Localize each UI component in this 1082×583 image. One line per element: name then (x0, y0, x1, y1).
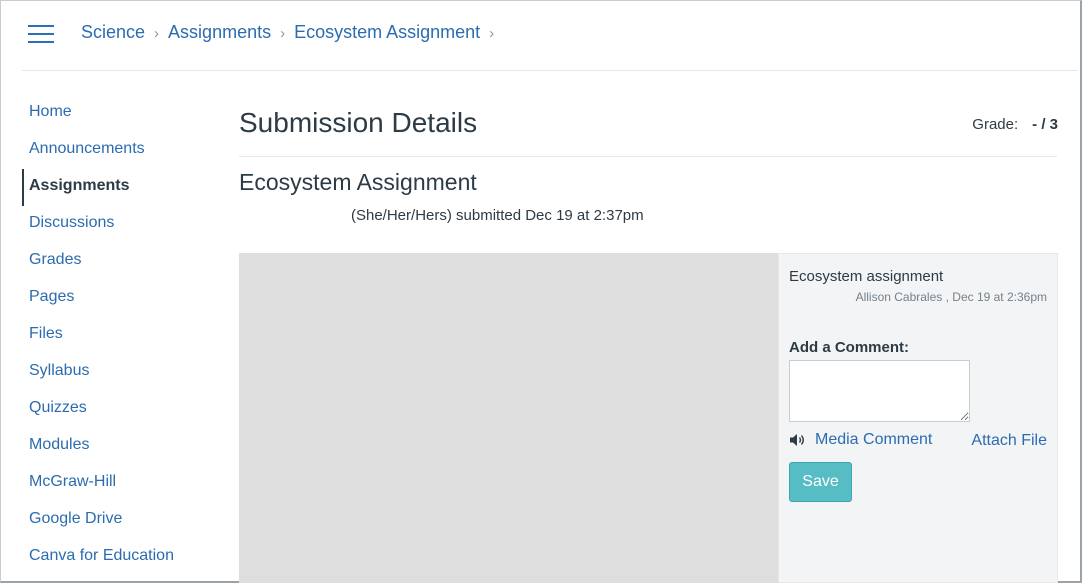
assignment-title: Ecosystem Assignment (239, 169, 477, 195)
sidebar-item-syllabus[interactable]: Syllabus (22, 354, 222, 391)
sidebar-item-home[interactable]: Home (22, 95, 222, 132)
course-nav: Home Announcements Assignments Discussio… (22, 95, 222, 576)
sidebar-item-mcgraw-hill[interactable]: McGraw-Hill (22, 465, 222, 502)
comment-meta: Allison Cabrales , Dec 19 at 2:36pm (855, 290, 1047, 304)
sidebar-item-files[interactable]: Files (22, 317, 222, 354)
chevron-right-icon: › (489, 25, 495, 42)
redacted-student-name (239, 209, 351, 223)
sidebar-item-pages[interactable]: Pages (22, 280, 222, 317)
submission-info: (She/Her/Hers) submitted Dec 19 at 2:37p… (239, 207, 644, 224)
sidebar-item-discussions[interactable]: Discussions (22, 206, 222, 243)
media-comment-link[interactable]: Media Comment (789, 431, 932, 449)
comment-text: Ecosystem assignment (789, 268, 944, 285)
chevron-right-icon: › (154, 25, 160, 42)
sidebar-item-grades[interactable]: Grades (22, 243, 222, 280)
breadcrumb-ecosystem-assignment[interactable]: Ecosystem Assignment (294, 22, 480, 43)
media-comment-label: Media Comment (815, 431, 933, 448)
attach-file-link[interactable]: Attach File (971, 432, 1047, 450)
sidebar-item-announcements[interactable]: Announcements (22, 132, 222, 169)
comments-panel: Ecosystem assignment Allison Cabrales , … (778, 253, 1058, 583)
breadcrumb-science[interactable]: Science (81, 22, 145, 43)
grade-value: - / 3 (1032, 116, 1058, 133)
grade-label: Grade: (972, 116, 1019, 133)
page-title: Submission Details (239, 107, 478, 138)
hamburger-menu-icon[interactable] (28, 25, 54, 47)
speaker-icon (790, 434, 804, 446)
sidebar-item-canva[interactable]: Canva for Education (22, 539, 222, 576)
sidebar-item-google-drive[interactable]: Google Drive (22, 502, 222, 539)
submitted-text: (She/Her/Hers) submitted Dec 19 at 2:37p… (351, 207, 644, 224)
sidebar-item-assignments[interactable]: Assignments (22, 169, 222, 206)
comment-textarea[interactable] (789, 360, 970, 422)
grade-display: Grade: - / 3 (972, 116, 1058, 133)
sidebar-item-quizzes[interactable]: Quizzes (22, 391, 222, 428)
sidebar-item-modules[interactable]: Modules (22, 428, 222, 465)
add-comment-label: Add a Comment: (789, 339, 909, 356)
divider (239, 156, 1057, 157)
breadcrumb-assignments[interactable]: Assignments (168, 22, 271, 43)
header: Science › Assignments › Ecosystem Assign… (22, 0, 1078, 71)
save-button[interactable]: Save (789, 462, 852, 502)
chevron-right-icon: › (280, 25, 286, 42)
submission-preview[interactable] (239, 253, 778, 583)
breadcrumb: Science › Assignments › Ecosystem Assign… (81, 22, 503, 43)
